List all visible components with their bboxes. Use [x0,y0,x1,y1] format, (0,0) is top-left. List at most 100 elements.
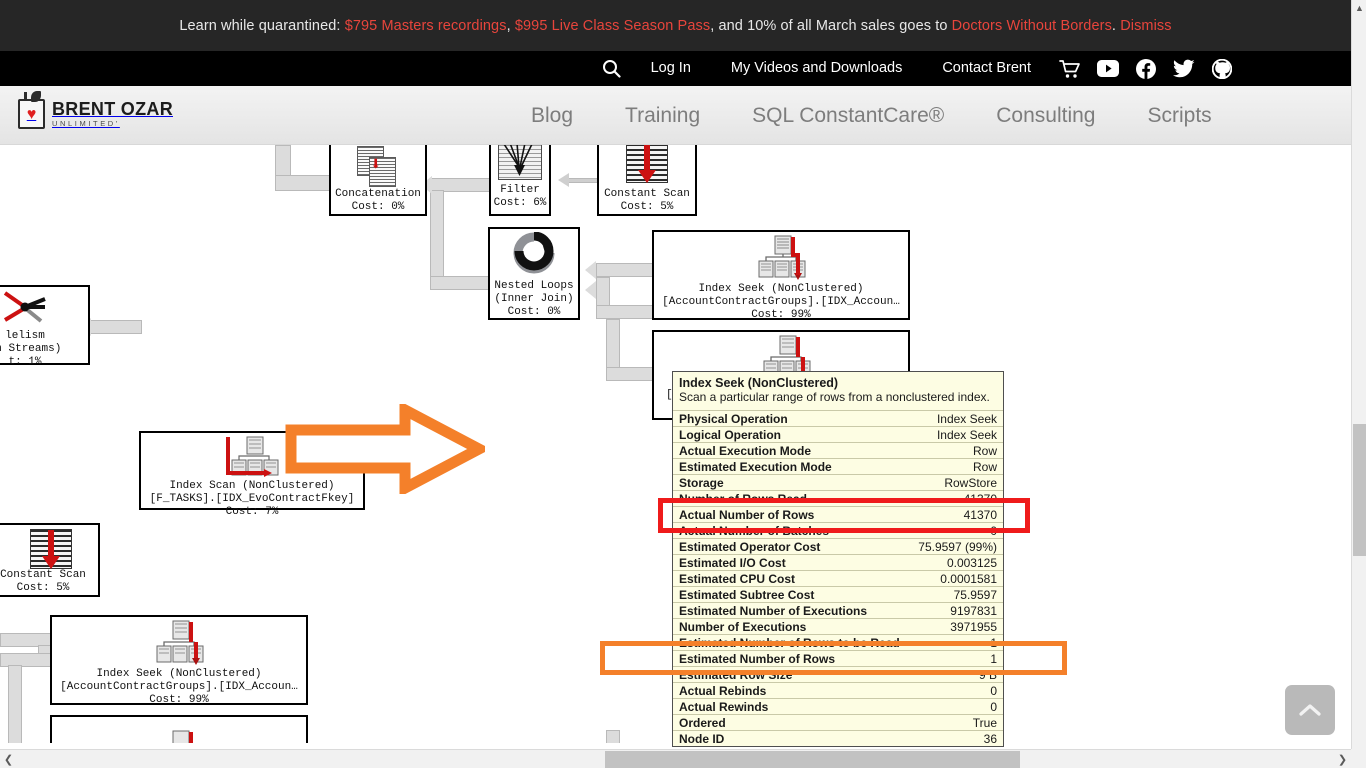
tooltip-row: Estimated I/O Cost 0.003125 [673,554,1003,570]
announcement-link-masters[interactable]: $795 Masters recordings [345,18,507,34]
plan-operator-index-seek-3[interactable]: Index Seek (NonClustered) [AccountContra… [50,615,308,706]
brand-tagline: UNLIMITED' [52,119,120,129]
plan-operator-constant-scan-left[interactable]: Constant Scan Cost: 5% [0,523,100,597]
operator-cost: Cost: 99% [751,309,811,321]
tooltip-row-key: Estimated Subtree Cost [679,588,815,602]
scroll-left-arrow-icon[interactable]: ❮ [0,750,17,768]
index-seek-icon [151,620,207,666]
tooltip-row-value: 0.003125 [946,556,997,570]
horizontal-scrollbar-thumb[interactable] [605,751,1020,768]
tooltip-row-value: 0 [990,700,997,714]
operator-label: Filter [500,184,540,196]
connector-line [430,276,492,290]
tooltip-row-value: Index Seek [936,428,997,442]
connector-line [596,263,654,277]
twitter-icon[interactable] [1165,51,1203,86]
nav-training[interactable]: Training [599,104,726,128]
tooltip-row: Ordered True [673,714,1003,730]
plan-operator-index-seek-4[interactable] [50,715,308,743]
scroll-up-arrow-icon[interactable]: ▲ [1352,0,1366,16]
horizontal-scrollbar[interactable]: ❮ ❯ [0,749,1351,768]
tooltip-row-key: Physical Operation [679,412,788,426]
tooltip-row: Node ID 36 [673,730,1003,746]
tooltip-row-key: Ordered [679,716,726,730]
tooltip-row-value: 9197831 [950,604,997,618]
connector-line [596,305,654,319]
operator-cost: Cost: 0% [351,201,405,213]
tooltip-row-key: Actual Number of Rows [679,508,815,522]
announcement-dismiss-link[interactable]: Dismiss [1120,18,1171,34]
tooltip-row-value: 75.9597 (99%) [918,540,997,554]
tooltip-row-key: Estimated CPU Cost [679,572,796,586]
operator-object: [AccountContractGroups].[IDX_Accoun… [662,296,900,308]
nav-consulting[interactable]: Consulting [970,104,1121,128]
plan-operator-filter[interactable]: Filter Cost: 6% [489,145,551,216]
scrollbar-corner [1351,749,1366,768]
operator-cost: Cost: 5% [16,582,70,594]
nested-loops-icon [510,231,558,278]
operator-cost: Cost: 6% [493,197,547,209]
nav-sql-constantcare[interactable]: SQL ConstantCare® [726,104,970,128]
announcement-lead: Learn while quarantined: [179,17,345,34]
tooltip-row-key: Estimated I/O Cost [679,556,786,570]
announcement-text: Learn while quarantined: $795 Masters re… [179,18,1171,34]
nav-my-videos-and-downloads[interactable]: My Videos and Downloads [711,51,922,86]
youtube-icon[interactable] [1089,51,1127,86]
announcement-link-season-pass[interactable]: $995 Live Class Season Pass [515,18,710,34]
plan-operator-constant-scan-top[interactable]: Constant Scan Cost: 5% [597,145,697,216]
nav-log-in[interactable]: Log In [631,51,711,86]
vertical-scrollbar[interactable]: ▲ ▼ [1351,0,1366,768]
nav-blog[interactable]: Blog [505,104,599,128]
plan-operator-parallelism[interactable]: lelism on Streams) t: 1% [0,285,90,368]
announcement-link-charity[interactable]: Doctors Without Borders [952,18,1112,34]
search-icon[interactable] [593,51,631,86]
connector-line [275,175,335,191]
brand-name: BRENT OZAR [52,99,173,120]
announcement-mid: , and 10% of all March sales goes to [710,17,952,34]
nav-scripts[interactable]: Scripts [1121,104,1237,128]
utility-nav: Log In My Videos and Downloads Contact B… [0,51,1351,86]
plan-operator-concatenation[interactable]: ⬇ Concatenation Cost: 0% [329,145,427,216]
chevron-up-icon [1299,704,1321,716]
tooltip-row-key: Estimated Number of Rows to be Read [679,636,900,650]
tooltip-row-key: Estimated Row Size [679,668,793,682]
scroll-to-top-button[interactable] [1285,685,1335,735]
cart-icon[interactable] [1051,51,1089,86]
brand-logo[interactable]: ♥ BRENT OZAR UNLIMITED' [18,91,173,129]
tooltip-row-key: Estimated Number of Rows [679,652,836,666]
tooltip-row-value: 0 [990,524,997,538]
scroll-right-arrow-icon[interactable]: ❯ [1334,750,1351,768]
index-seek-icon [151,730,207,743]
tooltip-row-value: 75.9597 [953,588,997,602]
vertical-scrollbar-thumb[interactable] [1353,424,1366,556]
constant-scan-icon [29,528,73,569]
tooltip-row-key: Actual Number of Batches [679,524,830,538]
tooltip-row: Storage RowStore [673,474,1003,490]
tooltip-row: Actual Execution Mode Row [673,442,1003,458]
github-icon[interactable] [1203,51,1241,86]
tooltip-row-key: Estimated Operator Cost [679,540,821,554]
operator-label: Constant Scan [0,569,86,581]
page-root: Learn while quarantined: $795 Masters re… [0,0,1366,768]
facebook-icon[interactable] [1127,51,1165,86]
tooltip-row-value: True [972,716,997,730]
parallelism-icon [1,290,49,328]
operator-label: Index Seek (NonClustered) [698,283,864,295]
announcement-period: . [1111,17,1121,34]
index-scan-icon [224,436,280,478]
tooltip-row: Number of Executions 3971955 [673,618,1003,634]
operator-label: Constant Scan [604,188,690,200]
tooltip-row-value: 41370 [963,492,997,506]
connector-line [90,320,142,334]
nav-contact-brent[interactable]: Contact Brent [922,51,1051,86]
tooltip-row-value: Row [972,460,997,474]
concatenation-icon: ⬇ [354,145,402,187]
tooltip-row: Estimated Number of Executions 9197831 [673,602,1003,618]
operator-tooltip: Index Seek (NonClustered) Scan a particu… [672,371,1004,747]
tooltip-property-list: Physical Operation Index Seek Logical Oper… [673,410,1003,746]
tooltip-row-value: 3971955 [950,620,997,634]
plan-operator-index-seek-1[interactable]: Index Seek (NonClustered) [AccountContra… [652,230,910,321]
heart-icon: ♥ [26,106,37,123]
plan-operator-nested-loops[interactable]: Nested Loops (Inner Join) Cost: 0% [488,227,580,320]
tooltip-row-key: Estimated Execution Mode [679,460,832,474]
